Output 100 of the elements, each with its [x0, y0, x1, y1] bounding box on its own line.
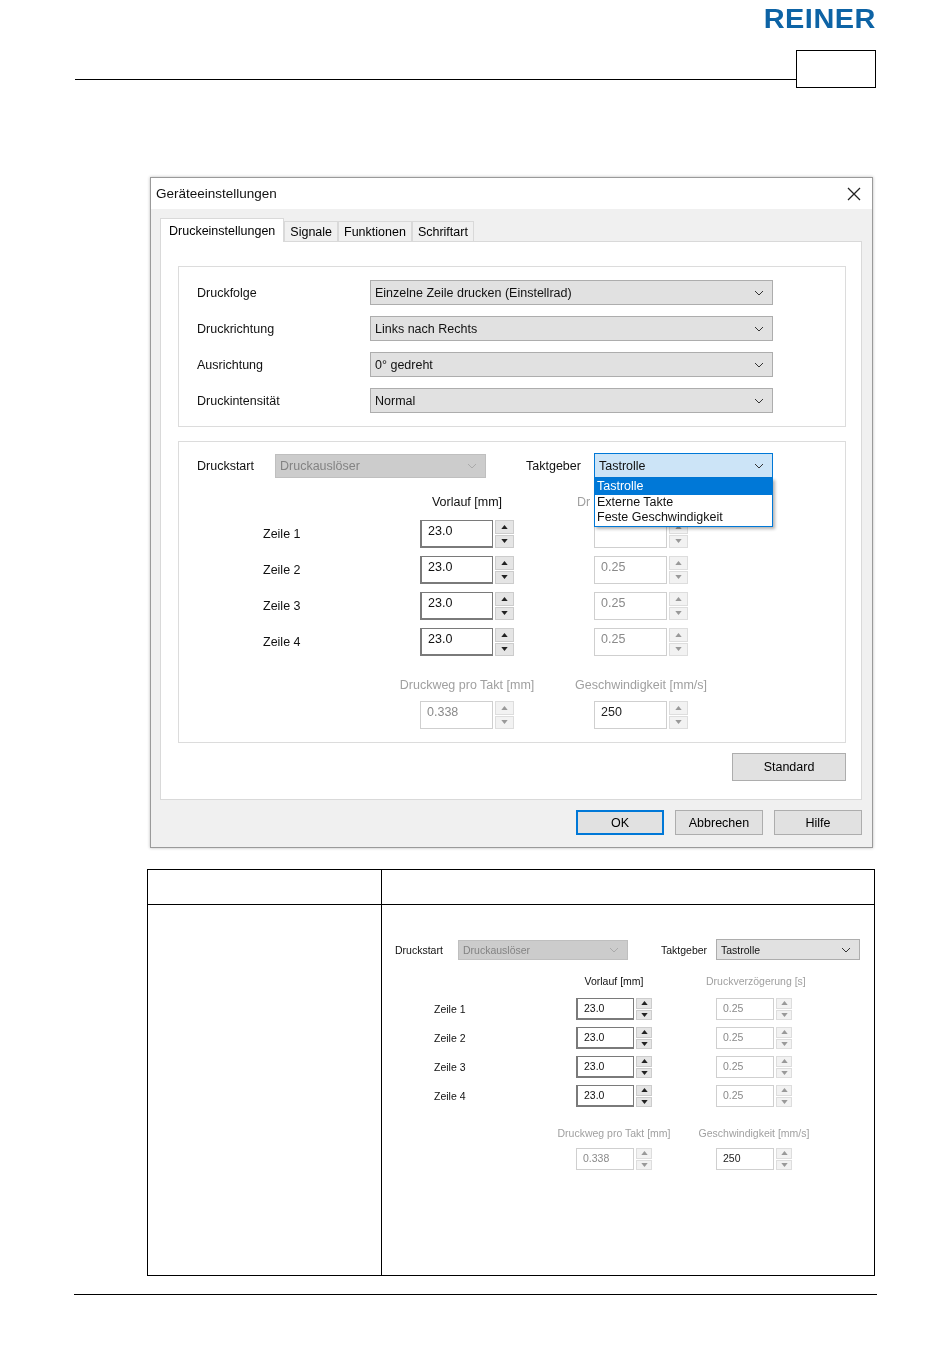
down-triangle-icon	[780, 1070, 788, 1075]
up-triangle-icon	[675, 705, 682, 710]
up-triangle-icon	[675, 596, 682, 601]
down-triangle-icon	[501, 647, 508, 652]
number-field[interactable]: 23.0	[576, 1085, 634, 1107]
row-label: Zeile 1	[434, 1003, 466, 1015]
down-triangle-icon	[640, 1012, 648, 1017]
down-triangle-icon	[501, 611, 508, 616]
spin-up-button[interactable]	[495, 628, 514, 642]
up-triangle-icon	[501, 524, 508, 529]
dropdown[interactable]: Tastrolle	[594, 453, 773, 478]
number-field[interactable]: 23.0	[420, 556, 493, 584]
window-title: Geräteeinstellungen	[156, 186, 277, 201]
row-label: Zeile 4	[434, 1090, 466, 1102]
setting-label: Druckintensität	[197, 393, 281, 408]
up-triangle-icon	[501, 632, 508, 637]
setting-label: Druckrichtung	[197, 321, 276, 336]
down-triangle-icon	[640, 1041, 648, 1046]
dropdown[interactable]: Links nach Rechts	[370, 316, 773, 341]
number-field[interactable]: 23.0	[576, 1027, 634, 1049]
column-heading: Vorlauf [mm]	[584, 974, 644, 989]
chevron-down-icon	[467, 462, 477, 469]
dialog-button[interactable]: Abbrechen	[675, 810, 763, 835]
number-field[interactable]: 0.25	[594, 556, 667, 584]
number-field[interactable]: 0.25	[594, 592, 667, 620]
standard-button[interactable]: Standard	[732, 753, 846, 781]
row-label: Zeile 2	[434, 1032, 466, 1044]
spin-up-button[interactable]	[636, 1027, 652, 1038]
spin-down-button[interactable]	[495, 642, 514, 656]
number-field[interactable]: 23.0	[576, 998, 634, 1020]
row-label: Zeile 2	[263, 563, 301, 577]
number-field[interactable]: 0.25	[716, 1085, 774, 1107]
dropdown[interactable]: 0° gedreht	[370, 352, 773, 377]
number-field[interactable]: 0.338	[420, 701, 493, 729]
chevron-down-icon	[841, 946, 851, 953]
spin-up-button[interactable]	[495, 556, 514, 570]
dialog-button[interactable]: OK	[576, 810, 664, 835]
down-triangle-icon	[640, 1099, 648, 1104]
dropdown[interactable]: Einzelne Zeile drucken (Einstellrad)	[370, 280, 773, 305]
dropdown[interactable]: Tastrolle	[716, 939, 860, 960]
spin-down-button[interactable]	[636, 1096, 652, 1107]
spin-down-button[interactable]	[636, 1038, 652, 1049]
number-field[interactable]: 0.25	[594, 628, 667, 656]
dropdown-option[interactable]: Tastrolle	[595, 479, 772, 495]
column-heading: Druckweg pro Takt [mm]	[399, 677, 535, 693]
down-triangle-icon	[501, 575, 508, 580]
tab[interactable]: Druckeinstellungen	[160, 218, 285, 242]
spin-up-button[interactable]	[636, 998, 652, 1009]
row-label: Zeile 4	[263, 635, 301, 649]
number-field[interactable]: 23.0	[420, 520, 493, 548]
up-triangle-icon	[640, 1001, 648, 1006]
up-triangle-icon	[640, 1030, 648, 1035]
setting-label: Druckfolge	[197, 285, 258, 300]
column-heading: Druckverzögerung [s]	[706, 974, 806, 989]
chevron-down-icon	[754, 325, 764, 332]
logo: REINER	[763, 6, 876, 32]
down-triangle-icon	[501, 539, 508, 544]
number-field[interactable]: 0.25	[716, 1027, 774, 1049]
spin-up-button[interactable]	[636, 1056, 652, 1067]
up-triangle-icon	[640, 1059, 648, 1064]
up-triangle-icon	[640, 1088, 648, 1093]
tab[interactable]: Funktionen	[338, 221, 412, 241]
dialog-button[interactable]: Hilfe	[774, 810, 862, 835]
down-triangle-icon	[675, 720, 682, 725]
down-triangle-icon	[780, 1012, 788, 1017]
dropdown-option[interactable]: Feste Geschwindigkeit	[595, 510, 772, 526]
down-triangle-icon	[780, 1041, 788, 1046]
spin-up-button[interactable]	[495, 592, 514, 606]
tab[interactable]: Schriftart	[411, 221, 474, 241]
up-triangle-icon	[675, 632, 682, 637]
field-label: Taktgeber	[661, 943, 709, 956]
spin-up-button[interactable]	[636, 1085, 652, 1096]
dropdown[interactable]: Normal	[370, 388, 773, 413]
up-triangle-icon	[780, 1001, 788, 1006]
up-triangle-icon	[640, 1151, 648, 1156]
field-label: Taktgeber	[526, 458, 582, 473]
spin-up-button[interactable]	[495, 520, 514, 534]
number-field[interactable]: 23.0	[420, 628, 493, 656]
number-field[interactable]: 0.25	[716, 998, 774, 1020]
dropdown-option[interactable]: Externe Takte	[595, 494, 772, 510]
number-field[interactable]: 23.0	[576, 1056, 634, 1078]
down-triangle-icon	[675, 539, 682, 544]
down-triangle-icon	[780, 1099, 788, 1104]
number-field[interactable]: 250	[594, 701, 667, 729]
column-heading: Druckweg pro Takt [mm]	[557, 1126, 671, 1141]
spin-down-button[interactable]	[636, 1009, 652, 1020]
row-label: Zeile 3	[263, 599, 301, 613]
row-label: Zeile 1	[263, 527, 301, 541]
number-field[interactable]: 23.0	[420, 592, 493, 620]
number-field[interactable]: 250	[716, 1148, 774, 1170]
close-icon[interactable]	[847, 186, 861, 201]
spin-down-button[interactable]	[495, 570, 514, 584]
down-triangle-icon	[640, 1070, 648, 1075]
tab[interactable]: Signale	[284, 221, 338, 241]
spin-down-button[interactable]	[636, 1067, 652, 1078]
spin-down-button[interactable]	[495, 534, 514, 548]
number-field[interactable]: 0.25	[716, 1056, 774, 1078]
spin-down-button[interactable]	[495, 606, 514, 620]
number-field[interactable]: 0.338	[576, 1148, 634, 1170]
up-triangle-icon	[780, 1088, 788, 1093]
